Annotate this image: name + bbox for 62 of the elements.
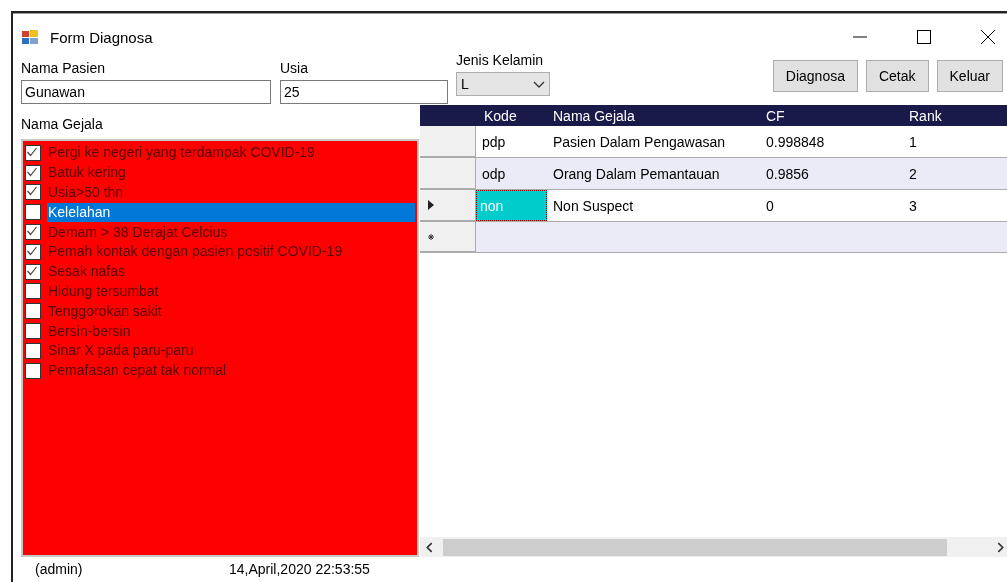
checkbox[interactable] bbox=[25, 263, 41, 280]
field-label: Nama Pasien bbox=[21, 60, 107, 77]
column-header[interactable]: Rank bbox=[903, 107, 1007, 124]
checkbox[interactable] bbox=[25, 144, 41, 161]
horizontal-scrollbar[interactable] bbox=[420, 537, 1007, 557]
table-cell-text: 2 bbox=[908, 164, 918, 184]
table-cell-text: Orang Dalam Pemantauan bbox=[552, 164, 721, 184]
symptom-item[interactable]: Usia>50 thn bbox=[47, 183, 415, 202]
checkbox[interactable] bbox=[25, 283, 41, 300]
form-button[interactable]: Cetak bbox=[865, 60, 929, 92]
symptom-item[interactable]: Pemafasan cepat tak normal bbox=[47, 361, 415, 381]
table-cell-text: 0.9856 bbox=[765, 164, 810, 184]
checkbox[interactable] bbox=[25, 184, 41, 201]
app-icon bbox=[22, 29, 38, 45]
column-header[interactable]: Nama Gejala bbox=[547, 107, 760, 124]
checkbox[interactable] bbox=[25, 224, 41, 241]
scroll-left-icon[interactable] bbox=[426, 541, 433, 553]
window-title: Form Diagnosa bbox=[50, 28, 153, 46]
symptom-item[interactable]: Batuk kering bbox=[47, 163, 415, 183]
symptom-item[interactable]: Sesak nafas bbox=[47, 262, 415, 282]
symptom-item[interactable]: Bersin-bersin bbox=[47, 321, 415, 341]
field-label: Usia bbox=[280, 60, 309, 77]
table-cell-text: pdp bbox=[481, 132, 507, 152]
checkbox[interactable] bbox=[25, 362, 41, 379]
checkbox[interactable] bbox=[25, 164, 41, 181]
user-label: (admin) bbox=[35, 561, 84, 577]
table-cell-text: Non Suspect bbox=[552, 196, 635, 216]
table-cell-text: 1 bbox=[908, 132, 918, 152]
column-header[interactable]: CF bbox=[760, 107, 903, 124]
checkbox[interactable] bbox=[25, 204, 41, 221]
symptom-item[interactable]: Tenggorokan sakit bbox=[47, 301, 415, 321]
column-header[interactable]: Kode bbox=[476, 107, 547, 124]
form-button[interactable]: Keluar bbox=[936, 60, 1003, 92]
chevron-icon bbox=[533, 80, 545, 88]
table-cell-text: 0 bbox=[765, 196, 775, 216]
datetime-label: 14,April,2020 22:53:55 bbox=[229, 561, 370, 577]
new-row-icon bbox=[428, 233, 434, 240]
current-row-icon bbox=[428, 200, 434, 210]
table-cell-text: 0.998848 bbox=[765, 132, 826, 152]
text-field[interactable]: 25 bbox=[280, 80, 448, 104]
text-field[interactable]: Gunawan bbox=[21, 80, 271, 104]
symptom-item[interactable]: Demam > 38 Derajat Celcius bbox=[47, 222, 415, 242]
symptom-item[interactable]: Pemah kontak dengan pasien positif COVID-19 bbox=[47, 242, 415, 262]
table-cell-text: odp bbox=[481, 164, 507, 184]
list-label: Nama Gejala bbox=[21, 116, 104, 133]
symptom-item[interactable]: Kelelahan bbox=[47, 202, 415, 222]
scroll-right-icon[interactable] bbox=[997, 541, 1004, 553]
field-label: Jenis Kelamin bbox=[456, 52, 545, 69]
checkbox[interactable] bbox=[25, 303, 41, 320]
table-cell: non bbox=[476, 190, 547, 221]
table-cell-text: 3 bbox=[908, 196, 918, 216]
checkbox[interactable] bbox=[25, 323, 41, 340]
gender-dropdown[interactable]: L bbox=[456, 72, 550, 96]
form-button[interactable]: Diagnosa bbox=[772, 60, 858, 92]
table-cell-text: Pasien Dalam Pengawasan bbox=[552, 132, 726, 152]
checkbox[interactable] bbox=[25, 243, 41, 260]
checkbox[interactable] bbox=[25, 342, 41, 359]
symptom-item[interactable]: Sinar X pada paru-paru bbox=[47, 341, 415, 361]
maximize-icon[interactable] bbox=[917, 30, 931, 44]
close-icon[interactable] bbox=[981, 30, 995, 44]
symptom-item[interactable]: Hidung tersumbat bbox=[47, 281, 415, 301]
symptom-item[interactable]: Pergi ke negeri yang terdampak COVID-19 bbox=[47, 143, 415, 163]
